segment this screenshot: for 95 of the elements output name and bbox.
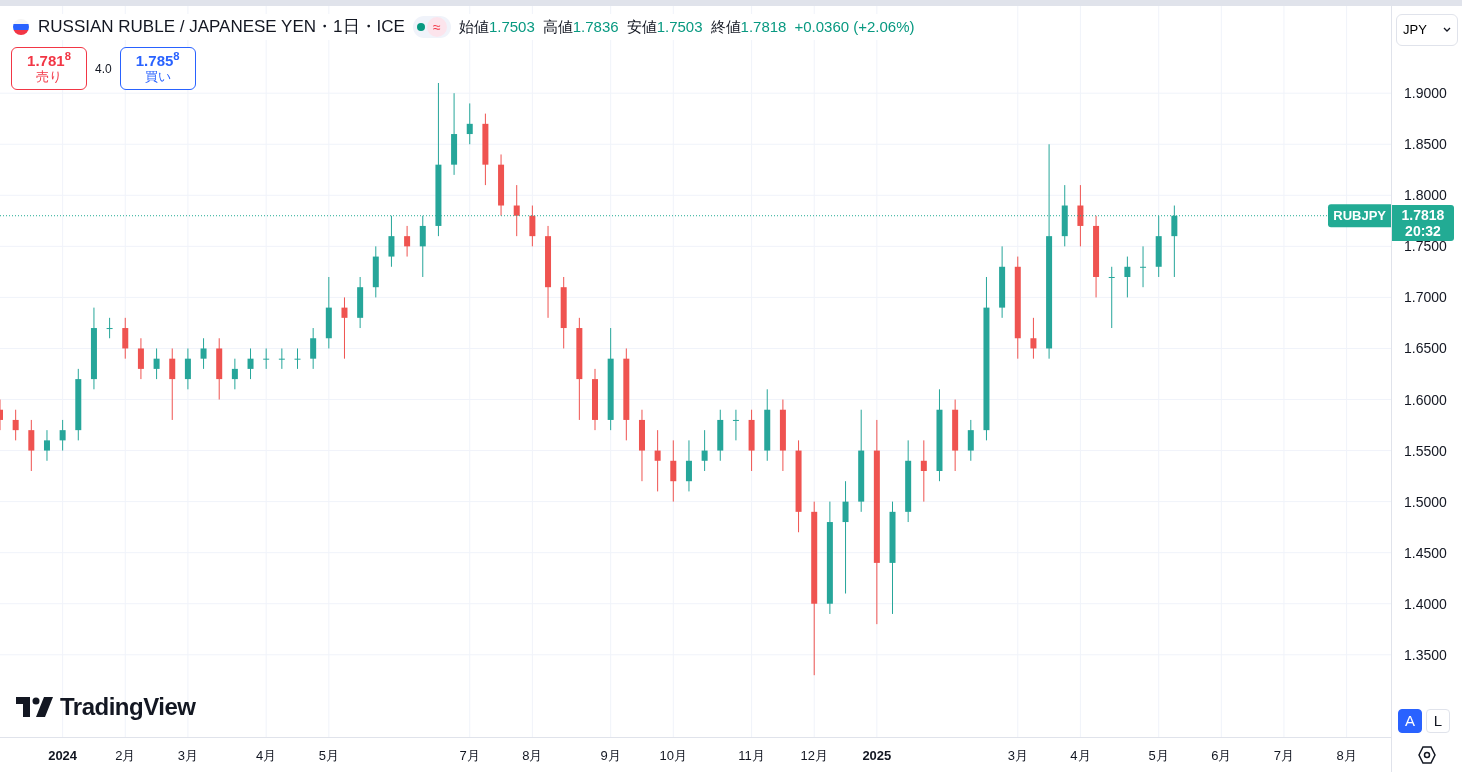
axis-label: 1.7000 xyxy=(1404,287,1447,307)
axis-label: 1.5000 xyxy=(1404,492,1447,512)
candlestick xyxy=(388,215,395,268)
candlestick xyxy=(498,153,505,217)
candlestick xyxy=(263,347,270,370)
ohlc-label: 高値 xyxy=(542,17,573,35)
scale-button[interactable]: L xyxy=(1426,709,1450,733)
candlestick xyxy=(1030,317,1037,360)
axis-label: 5月 xyxy=(318,747,339,765)
ohlc-value: 1.7503 xyxy=(488,17,535,35)
candlestick xyxy=(1140,245,1147,288)
axis-label: 6月 xyxy=(1211,747,1232,765)
axis-label: 2月 xyxy=(115,747,136,765)
candlestick xyxy=(1108,266,1115,329)
candlestick xyxy=(920,439,927,503)
ohlc-label: 安値 xyxy=(626,17,657,35)
axis-label: 11月 xyxy=(738,747,765,765)
axis-label: 1.6000 xyxy=(1404,390,1447,409)
symbol-label: RUBJPY xyxy=(1328,203,1391,228)
candlestick xyxy=(529,205,536,247)
candlestick xyxy=(0,399,3,431)
axis-label: 8月 xyxy=(1336,747,1357,765)
candlestick xyxy=(419,215,426,278)
price-label: 1.7818 20:32 xyxy=(1392,204,1454,241)
logo-icon xyxy=(16,697,54,717)
buy-button[interactable]: 1.785$^{8}$ 買い xyxy=(119,47,196,90)
axis-label: 10月 xyxy=(659,747,687,765)
axis-label: 1.4500 xyxy=(1404,543,1447,563)
candlestick xyxy=(43,429,50,462)
candlestick xyxy=(717,409,724,462)
ohlc-value: 1.7503 xyxy=(656,17,703,35)
candlestick xyxy=(216,337,223,400)
axis-label: 2025 xyxy=(862,747,892,765)
ohlc-value: 1.7836 xyxy=(572,17,619,35)
symbol-title: RUSSIAN RUBLE / JAPANESE YEN・1日・ICE xyxy=(38,16,405,38)
candlestick xyxy=(122,317,129,360)
candlestick xyxy=(341,296,348,360)
delay-badge: ≈ xyxy=(426,16,447,37)
candlestick xyxy=(247,347,254,380)
axis-label: 2024 xyxy=(48,747,78,765)
ohlc-value: 1.7818 xyxy=(740,17,787,35)
axis-label: 1.8500 xyxy=(1404,134,1447,154)
candlestick xyxy=(137,337,144,380)
candlestick xyxy=(12,409,19,441)
candlestick xyxy=(278,347,285,370)
scale-button[interactable]: A xyxy=(1398,709,1422,733)
candlestick xyxy=(294,347,301,370)
candlestick xyxy=(466,102,473,145)
candlestick xyxy=(670,439,677,503)
candlestick xyxy=(701,429,708,472)
candlestick xyxy=(357,276,364,329)
candlestick xyxy=(106,317,113,339)
axis-label: 1.4000 xyxy=(1404,594,1447,614)
axis-label: 4月 xyxy=(1070,747,1091,765)
ohlc-label: 始値 xyxy=(458,17,489,35)
candlestick xyxy=(1077,184,1084,247)
axis-label: 4月 xyxy=(256,747,277,765)
candlestick xyxy=(654,429,661,492)
axis-label: 3月 xyxy=(177,747,198,765)
candlestick xyxy=(592,368,598,431)
candlestick xyxy=(967,419,974,462)
axis-label: 1.3500 xyxy=(1404,645,1447,665)
candlestick xyxy=(59,419,66,452)
price-change: +0.0360 (+2.06%) xyxy=(794,16,915,37)
axis-label: 1.5500 xyxy=(1404,441,1447,461)
axis-label: 7月 xyxy=(459,747,480,765)
logo-text: TradingView xyxy=(60,692,196,722)
axis-label: 12月 xyxy=(800,747,828,765)
candlestick xyxy=(685,439,692,492)
axis-label: 5月 xyxy=(1148,747,1169,765)
axis-label: 7月 xyxy=(1273,747,1295,765)
axis-label: 1.6500 xyxy=(1404,338,1447,358)
candlestick xyxy=(200,337,207,370)
currency-dropdown[interactable]: JPY xyxy=(1396,14,1458,46)
candlestick xyxy=(748,409,755,472)
candlestick xyxy=(372,245,379,298)
candlestick xyxy=(732,409,739,441)
axis-label: 1.8000 xyxy=(1404,185,1447,205)
candlestick xyxy=(1124,256,1131,298)
axis-label: 1.9000 xyxy=(1404,83,1447,103)
ohlc-label: 終値 xyxy=(710,17,741,35)
axis-label: 3月 xyxy=(1007,747,1028,765)
candlestick xyxy=(28,419,35,472)
candlestick xyxy=(153,347,160,380)
spread-value: 4.0 xyxy=(95,60,112,78)
candlestick xyxy=(310,327,317,370)
axis-label: 8月 xyxy=(522,747,543,765)
axis-label: 9月 xyxy=(600,747,621,765)
sell-button[interactable]: 1.781$^{8}$ 売り xyxy=(11,47,87,90)
settings-icon[interactable] xyxy=(1417,745,1437,765)
candlestick xyxy=(231,358,238,390)
caret-icon xyxy=(1443,27,1451,33)
candlestick xyxy=(184,347,191,390)
candlestick xyxy=(404,225,411,258)
candlestick xyxy=(513,184,520,237)
